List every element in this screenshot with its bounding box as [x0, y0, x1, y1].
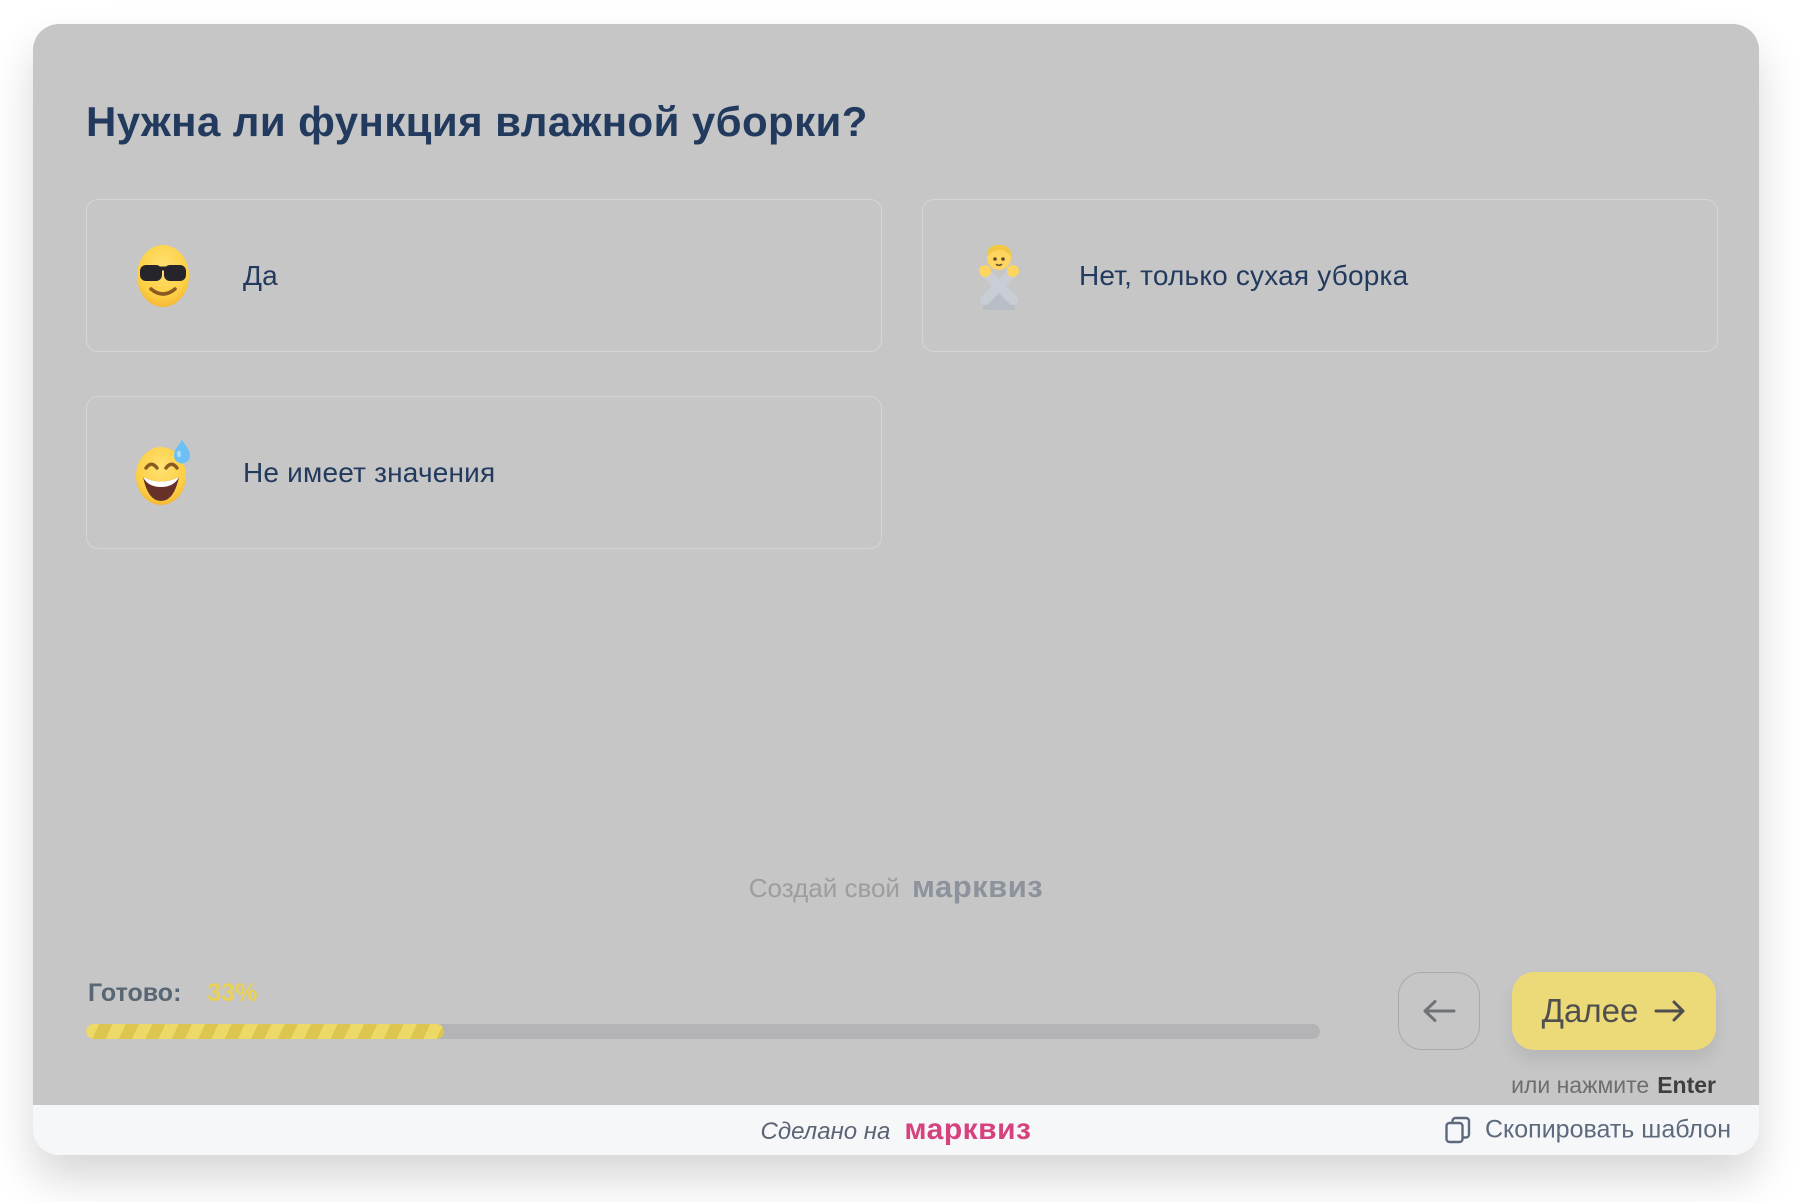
quiz-page: Нужна ли функция влажной уборки? — [0, 0, 1804, 1202]
quiz-card: Нужна ли функция влажной уборки? — [33, 24, 1759, 1155]
made-on-marquiz-link[interactable]: Сделано на марквиз — [761, 1113, 1032, 1147]
made-on-text: Сделано на — [761, 1118, 891, 1146]
sunglasses-emoji-icon — [129, 242, 197, 310]
copy-template-label: Скопировать шаблон — [1485, 1116, 1731, 1145]
arrow-left-icon — [1421, 998, 1457, 1024]
copy-icon — [1445, 1116, 1471, 1144]
next-button[interactable]: Далее — [1512, 972, 1716, 1050]
back-button[interactable] — [1398, 972, 1480, 1050]
progress-percent: 33% — [207, 979, 257, 1007]
sweat-smile-emoji-icon — [129, 439, 197, 507]
enter-hint: или нажмите Enter — [1511, 1072, 1716, 1099]
progress-done-text: Готово: — [88, 979, 181, 1007]
copy-template-button[interactable]: Скопировать шаблон — [1445, 1116, 1731, 1145]
option-doesnt-matter[interactable]: Не имеет значения — [86, 396, 882, 549]
progress-bar — [86, 1024, 1320, 1039]
person-gesturing-no-emoji-icon — [965, 242, 1033, 310]
progress-label: Готово: 33% — [88, 979, 257, 1008]
question-title: Нужна ли функция влажной уборки? — [86, 98, 868, 146]
quiz-footer: Сделано на марквиз Скопировать шаблон — [33, 1105, 1759, 1155]
progress-fill — [86, 1024, 444, 1039]
enter-hint-text: или нажмите — [1511, 1072, 1649, 1098]
enter-key-label: Enter — [1657, 1072, 1716, 1098]
next-button-label: Далее — [1542, 992, 1639, 1030]
watermark-brand: марквиз — [912, 869, 1043, 904]
option-no-dry-only[interactable]: Нет, только сухая уборка — [922, 199, 1718, 352]
option-yes[interactable]: Да — [86, 199, 882, 352]
options-grid: Да Нет, только суха — [86, 199, 1718, 549]
option-label: Не имеет значения — [243, 457, 495, 489]
option-label: Да — [243, 260, 278, 292]
marquiz-watermark-link[interactable]: Создай свой марквиз — [33, 869, 1759, 905]
quiz-card-body: Нужна ли функция влажной уборки? — [33, 24, 1759, 1105]
watermark-prefix: Создай свой — [749, 873, 900, 903]
option-label: Нет, только сухая уборка — [1079, 260, 1408, 292]
footer-brand-logo: марквиз — [904, 1113, 1031, 1147]
arrow-right-icon — [1654, 999, 1686, 1023]
